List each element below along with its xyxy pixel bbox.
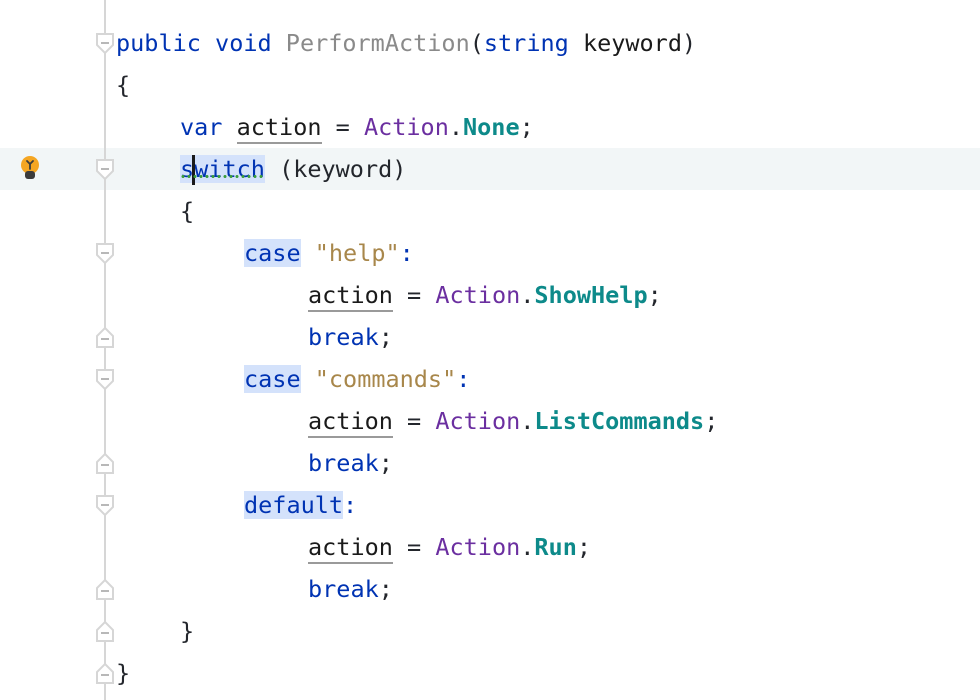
token-string-help: "help" bbox=[314, 239, 400, 267]
token-semicolon: ; bbox=[519, 113, 534, 141]
token-method-name: PerformAction bbox=[285, 29, 470, 57]
token-open-brace: { bbox=[116, 71, 131, 99]
token-keyword-void: void bbox=[215, 29, 272, 57]
code-line[interactable]: { bbox=[116, 64, 130, 106]
code-content[interactable]: public void PerformAction(string keyword… bbox=[0, 0, 980, 700]
token-local-variable-action: action bbox=[308, 407, 393, 438]
token-keyword-break: break bbox=[308, 449, 379, 477]
token-enum-member-none: None bbox=[463, 113, 520, 141]
token-semicolon: ; bbox=[378, 575, 393, 603]
token-keyword-switch-highlight[interactable]: switch bbox=[180, 155, 265, 185]
token-keyword-case: case bbox=[244, 365, 301, 393]
token-switch-argument: (keyword) bbox=[279, 155, 407, 183]
token-keyword-default-highlight[interactable]: default bbox=[244, 491, 344, 519]
token-close-brace: } bbox=[116, 659, 131, 687]
token-colon: : bbox=[343, 491, 358, 519]
token-semicolon: ; bbox=[647, 281, 662, 309]
token-dot: . bbox=[520, 407, 535, 435]
token-keyword-break: break bbox=[308, 575, 379, 603]
token-param-keyword: keyword bbox=[582, 29, 682, 57]
token-type-action: Action bbox=[363, 113, 449, 141]
code-line[interactable]: } bbox=[180, 610, 194, 652]
code-line[interactable]: action = Action.ListCommands; bbox=[308, 400, 718, 442]
code-editor[interactable]: public void PerformAction(string keyword… bbox=[0, 0, 980, 700]
token-keyword-case: case bbox=[244, 239, 301, 267]
token-local-variable-action: action bbox=[308, 281, 393, 312]
code-line[interactable]: switch (keyword) bbox=[180, 148, 406, 190]
code-line[interactable]: public void PerformAction(string keyword… bbox=[116, 22, 696, 64]
token-dot: . bbox=[520, 533, 535, 561]
token-type-action: Action bbox=[435, 533, 521, 561]
token-local-variable-action: action bbox=[308, 533, 393, 564]
token-keyword-case-highlight[interactable]: case bbox=[244, 239, 301, 267]
token-string-commands: "commands" bbox=[314, 365, 457, 393]
token-keyword-switch-part2: witch bbox=[194, 155, 265, 183]
token-dot: . bbox=[448, 113, 464, 141]
token-equals: = bbox=[335, 113, 350, 141]
token-equals: = bbox=[407, 407, 422, 435]
code-line[interactable]: var action = Action.None; bbox=[180, 106, 534, 148]
code-line[interactable]: break; bbox=[308, 568, 393, 610]
code-line[interactable]: action = Action.Run; bbox=[308, 526, 591, 568]
token-keyword-case-highlight[interactable]: case bbox=[244, 365, 301, 393]
code-line[interactable]: case "help": bbox=[244, 232, 414, 274]
code-line[interactable]: action = Action.ShowHelp; bbox=[308, 274, 662, 316]
token-enum-member-run: Run bbox=[534, 533, 577, 561]
token-colon: : bbox=[399, 239, 414, 267]
token-keyword-string: string bbox=[483, 29, 569, 57]
token-keyword-break: break bbox=[308, 323, 379, 351]
token-local-variable-action: action bbox=[236, 113, 322, 144]
token-enum-member-listcommands: ListCommands bbox=[534, 407, 705, 435]
token-semicolon: ; bbox=[576, 533, 592, 561]
token-colon: : bbox=[456, 365, 471, 393]
token-semicolon: ; bbox=[704, 407, 719, 435]
token-type-action: Action bbox=[435, 281, 521, 309]
token-close-brace: } bbox=[180, 617, 195, 645]
token-keyword-var: var bbox=[180, 113, 223, 141]
code-line[interactable]: } bbox=[116, 652, 130, 694]
code-line[interactable]: case "commands": bbox=[244, 358, 470, 400]
token-rparen: ) bbox=[681, 29, 697, 57]
token-keyword-default: default bbox=[244, 491, 344, 519]
token-equals: = bbox=[407, 281, 422, 309]
code-line[interactable]: default: bbox=[244, 484, 357, 526]
token-open-brace: { bbox=[180, 197, 195, 225]
token-equals: = bbox=[407, 533, 422, 561]
code-line[interactable]: break; bbox=[308, 316, 393, 358]
code-line[interactable]: break; bbox=[308, 442, 393, 484]
token-type-action: Action bbox=[435, 407, 521, 435]
token-semicolon: ; bbox=[378, 323, 393, 351]
token-lparen: ( bbox=[469, 29, 484, 57]
token-semicolon: ; bbox=[378, 449, 393, 477]
token-keyword-public: public bbox=[116, 29, 201, 57]
code-line[interactable]: { bbox=[180, 190, 194, 232]
token-enum-member-showhelp: ShowHelp bbox=[534, 281, 648, 309]
token-dot: . bbox=[520, 281, 535, 309]
